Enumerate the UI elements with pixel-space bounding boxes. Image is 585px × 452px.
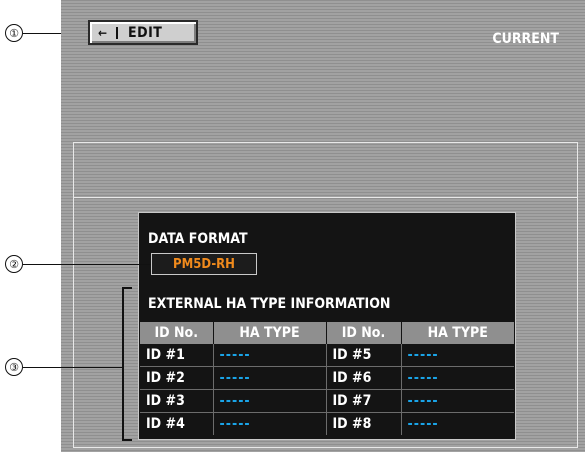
external-ha-title: EXTERNAL HA TYPE INFORMATION <box>148 296 391 312</box>
callout-3: ③ <box>5 358 23 376</box>
column-header: HA TYPE <box>213 322 327 344</box>
table-row: ID #2 ----- ID #6 ----- <box>140 366 514 390</box>
column-header: HA TYPE <box>401 322 514 344</box>
column-header: ID No. <box>140 322 214 344</box>
id-cell: ID #1 <box>140 344 214 367</box>
table-row: ID #4 ----- ID #8 ----- <box>140 412 514 435</box>
external-ha-table: ID No. HA TYPE ID No. HA TYPE ID #1 ----… <box>140 322 514 435</box>
id-cell: ID #6 <box>326 366 402 390</box>
id-cell: ID #8 <box>326 412 402 435</box>
back-arrow-icon: ← <box>98 25 108 40</box>
table-row: ID #1 ----- ID #5 ----- <box>140 344 514 367</box>
callout-3-bracket <box>122 287 132 441</box>
callout-1: ① <box>5 24 23 42</box>
callout-3-line <box>23 367 123 368</box>
bar-icon <box>116 26 118 39</box>
table-row: ID #3 ----- ID #7 ----- <box>140 389 514 413</box>
ha-type-cell: ----- <box>401 389 514 413</box>
data-format-label: DATA FORMAT <box>148 231 248 247</box>
ha-type-cell: ----- <box>213 344 327 367</box>
ha-type-cell: ----- <box>401 366 514 390</box>
ha-type-cell: ----- <box>213 412 327 435</box>
table-header-row: ID No. HA TYPE ID No. HA TYPE <box>140 322 514 344</box>
id-cell: ID #4 <box>140 412 214 435</box>
edit-button-label: EDIT <box>128 24 163 41</box>
edit-button[interactable]: ← EDIT <box>88 20 198 45</box>
ha-type-cell: ----- <box>213 389 327 413</box>
id-cell: ID #3 <box>140 389 214 413</box>
callout-2-line <box>23 264 151 265</box>
column-header: ID No. <box>326 322 402 344</box>
callout-2: ② <box>5 255 23 273</box>
ha-type-cell: ----- <box>407 416 439 432</box>
current-label: CURRENT <box>492 31 559 47</box>
ha-type-cell: ----- <box>401 344 514 367</box>
id-cell: ID #5 <box>326 344 402 367</box>
panel-divider <box>74 197 577 198</box>
data-format-value: PM5D-RH <box>151 253 257 275</box>
id-cell: ID #2 <box>140 366 214 390</box>
id-cell: ID #7 <box>326 389 402 413</box>
ha-type-cell: ----- <box>213 366 327 390</box>
